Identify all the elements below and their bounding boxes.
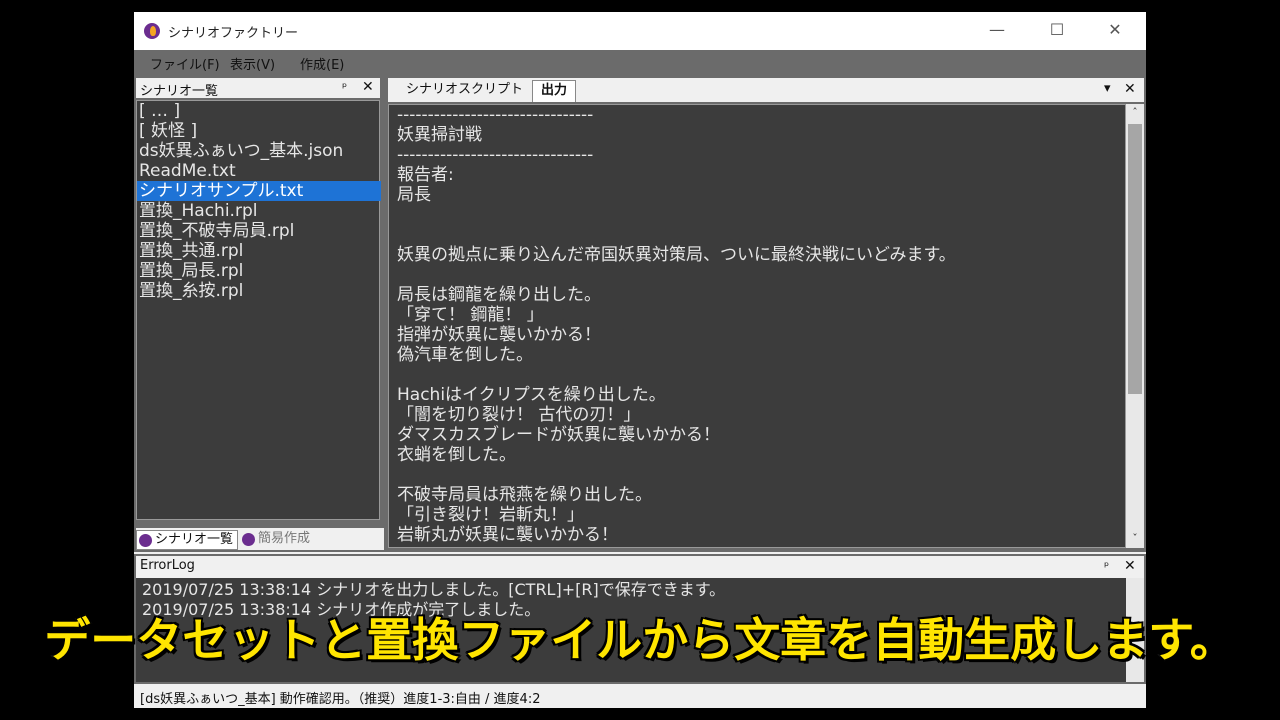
scrollbar-thumb[interactable] [1128,124,1142,394]
output-line: 「引き裂け！岩斬丸！」 [397,505,584,525]
output-line: 報告者: [397,165,454,185]
file-item-selected[interactable]: シナリオサンプル.txt [137,181,381,201]
file-item[interactable]: 置換_Hachi.rpl [137,201,381,221]
file-item[interactable]: 置換_共通.rpl [137,241,381,261]
tab-scenario-script[interactable]: シナリオスクリプト [398,80,531,102]
file-item[interactable]: 置換_糸按.rpl [137,281,381,301]
pin-icon[interactable]: ᵖ [1104,559,1109,573]
menu-view[interactable]: 表示(V) [230,54,275,73]
output-line: 指弾が妖異に襲いかかる！ [397,325,601,345]
output-line: 岩斬丸が妖異に襲いかかる！ [397,525,618,545]
output-line: ダマスカスブレードが妖異に襲いかかる！ [397,425,720,445]
file-item[interactable]: ds妖異ふぁいつ_基本.json [137,141,381,161]
tab-scenario-list[interactable]: シナリオ一覧 [136,530,238,550]
output-line: 「穿て！ 鋼龍！ 」 [397,305,544,325]
scroll-down-icon[interactable]: ˇ [1126,530,1144,548]
output-line: 偽汽車を倒した。 [397,345,533,365]
scenario-panel-close-icon[interactable]: ✕ [362,79,374,95]
scenario-panel-header: シナリオ一覧 ᵖ ✕ [136,78,380,99]
menu-bar: ファイル(F) 表示(V) 作成(E) [134,50,1146,76]
scenario-list-panel: シナリオ一覧 ᵖ ✕ [ … ] [ 妖怪 ] ds妖異ふぁいつ_基本.json… [134,76,386,552]
output-line: 「闇を切り裂け！ 古代の刃！」 [397,405,641,425]
tab-label: 簡易作成 [258,531,311,546]
window-title: シナリオファクトリー [168,26,299,41]
output-tabstrip: シナリオスクリプト 出力 ▾ ✕ [388,78,1144,102]
output-line: 不破寺局員は飛燕を繰り出した。 [397,485,652,505]
error-log-title: ErrorLog [140,558,195,573]
file-item[interactable]: 置換_局長.rpl [137,261,381,281]
output-scrollbar[interactable]: ˆ ˇ [1126,104,1144,548]
output-panel: シナリオスクリプト 出力 ▾ ✕ -----------------------… [386,76,1146,552]
output-line: 局長 [397,185,431,205]
error-log-line: 2019/07/25 13:38:14 シナリオを出力しました。[CTRL]+[… [142,580,726,599]
output-line: -------------------------------- [397,105,594,125]
close-button[interactable]: ✕ [1092,12,1138,50]
tab-quick-create[interactable]: 簡易作成 [240,530,332,550]
video-caption: データセットと置換ファイルから文章を自動生成します。 [43,612,1237,669]
output-line: 局長は鋼龍を繰り出した。 [397,285,601,305]
menu-file[interactable]: ファイル(F) [150,54,220,73]
file-item[interactable]: ReadMe.txt [137,161,381,181]
file-item-parent[interactable]: [ … ] [137,101,381,121]
output-line: -------------------------------- [397,145,594,165]
file-item[interactable]: 置換_不破寺局員.rpl [137,221,381,241]
app-logo-icon [139,534,152,547]
scenario-panel-tabs: シナリオ一覧 簡易作成 [136,528,384,550]
file-item-folder[interactable]: [ 妖怪 ] [137,121,381,141]
dropdown-icon[interactable]: ▾ [1104,81,1111,96]
scroll-up-icon[interactable]: ˆ [1126,104,1144,122]
output-line: 妖異の拠点に乗り込んだ帝国妖異対策局、ついに最終決戦にいどみます。 [397,245,956,265]
title-bar[interactable]: シナリオファクトリー — ☐ ✕ [134,12,1146,50]
output-line: Hachiはイクリプスを繰り出した。 [397,385,666,405]
error-log-close-icon[interactable]: ✕ [1124,558,1136,574]
tab-label: シナリオ一覧 [155,532,234,547]
output-text-area[interactable]: -------------------------------- 妖異掃討戦 -… [388,104,1126,548]
tab-output[interactable]: 出力 [532,80,577,102]
output-line: 妖異掃討戦 [397,125,482,145]
error-log-header: ErrorLog ᵖ ✕ [136,556,1144,578]
app-window: シナリオファクトリー — ☐ ✕ ファイル(F) 表示(V) 作成(E) シナリ… [134,12,1146,708]
status-bar: [ds妖異ふぁいつ_基本] 動作確認用。（推奨）進度1-3:自由 / 進度4:2 [134,684,1146,708]
output-panel-close-icon[interactable]: ✕ [1124,81,1136,97]
app-logo-icon [144,23,160,39]
minimize-button[interactable]: — [974,12,1020,50]
scenario-panel-title: シナリオ一覧 [140,84,219,99]
output-line: 衣蛸を倒した。 [397,445,516,465]
pin-icon[interactable]: ᵖ [342,80,347,94]
app-logo-icon [242,533,255,546]
menu-create[interactable]: 作成(E) [300,54,344,73]
maximize-button[interactable]: ☐ [1034,12,1080,50]
file-list: [ … ] [ 妖怪 ] ds妖異ふぁいつ_基本.json ReadMe.txt… [136,100,381,520]
